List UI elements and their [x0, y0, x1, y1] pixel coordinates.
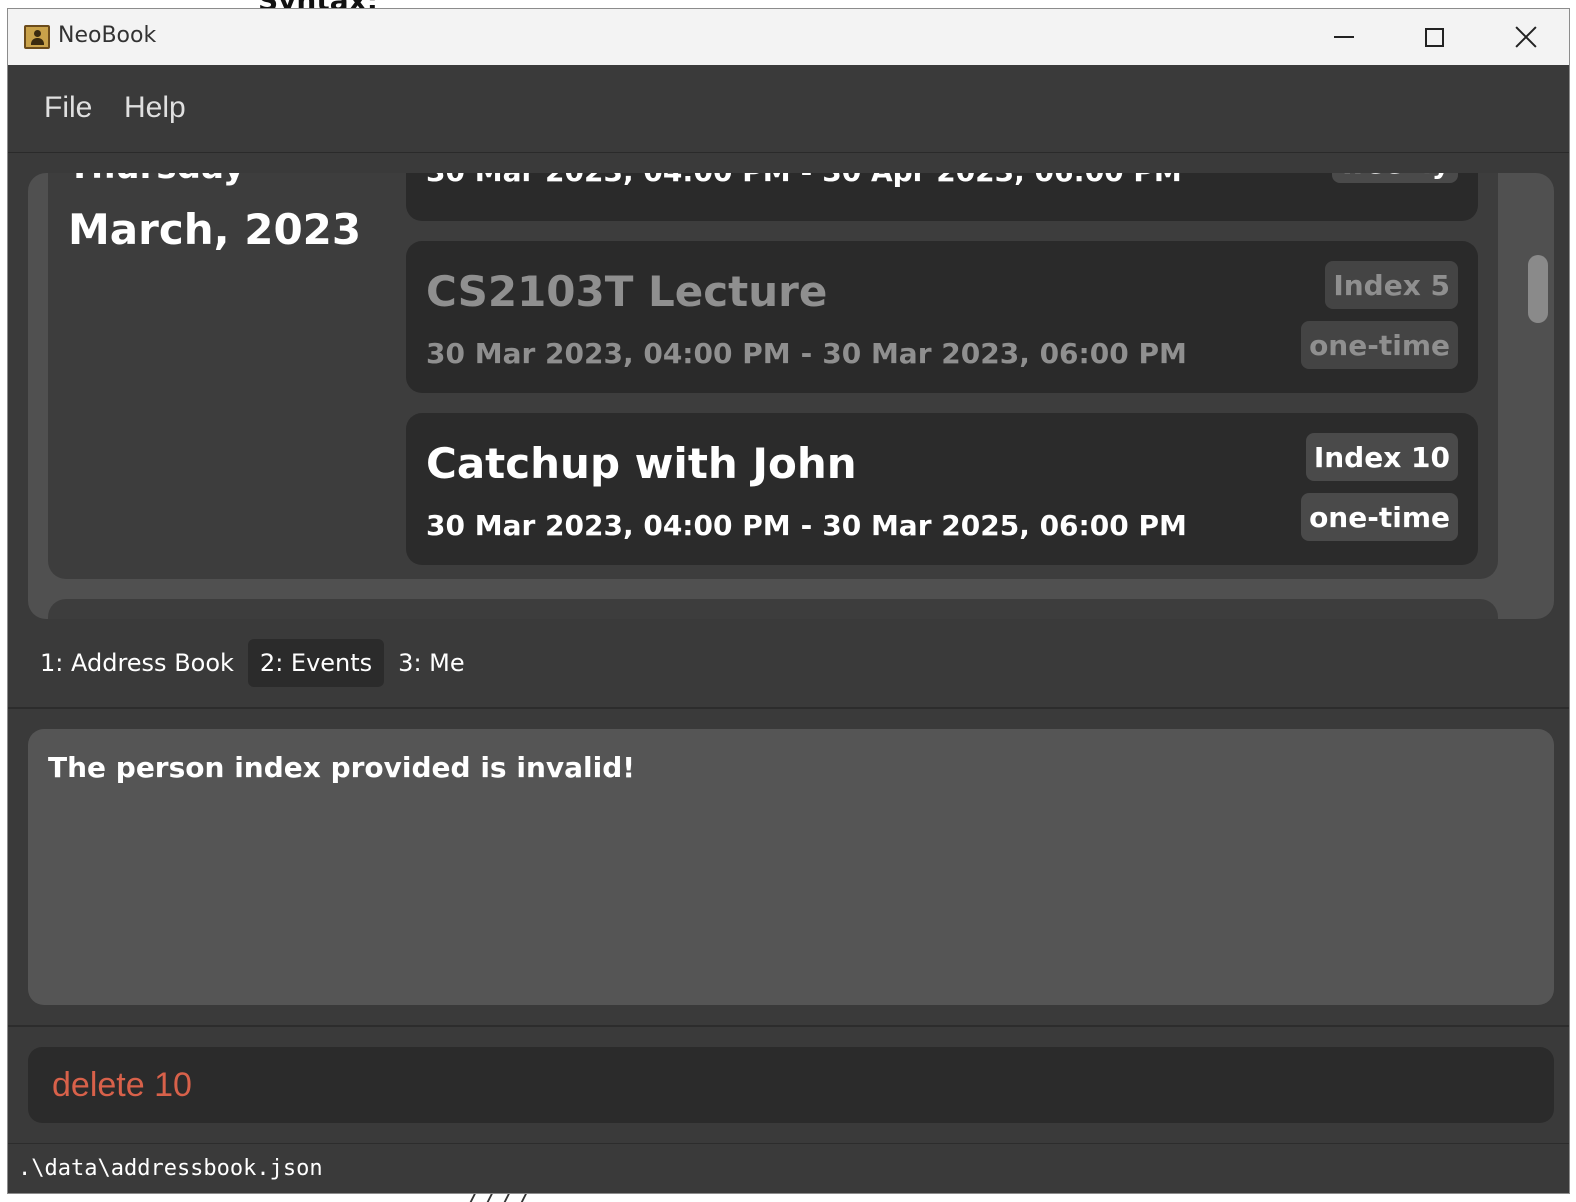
event-title: CS2103T Lecture — [426, 267, 828, 316]
recurrence-badge: one-time — [1301, 321, 1458, 369]
recurrence-badge: one-time — [1301, 493, 1458, 541]
command-box — [28, 1047, 1554, 1123]
app-window: NeoBook File Help Thursday March, 2023 3… — [7, 8, 1570, 1194]
minimize-button[interactable] — [1314, 9, 1374, 65]
maximize-button[interactable] — [1404, 9, 1464, 65]
index-badge: Index 5 — [1325, 261, 1458, 309]
recurrence-badge: weekly — [1331, 173, 1458, 183]
event-card[interactable]: Catchup with John 30 Mar 2023, 04:00 PM -… — [406, 413, 1478, 565]
result-display: The person index provided is invalid! — [28, 729, 1554, 1005]
menu-help[interactable]: Help — [124, 91, 186, 125]
event-start: 30 Mar 2023, 04:00 PM — [426, 173, 791, 188]
event-end: 30 Mar 2023, 06:00 PM — [822, 337, 1187, 370]
divider — [8, 707, 1569, 709]
tab-bar: 1: Address Book 2: Events 3: Me — [28, 639, 477, 687]
tab-events[interactable]: 2: Events — [247, 639, 385, 687]
result-message: The person index provided is invalid! — [48, 751, 636, 784]
save-location: .\data\addressbook.json — [18, 1156, 323, 1181]
menu-bar: File Help — [8, 65, 1569, 153]
time-separator: - — [801, 173, 813, 188]
scrollbar-thumb[interactable] — [1528, 255, 1548, 323]
divider — [8, 1025, 1569, 1027]
event-card[interactable]: CS2103T Lecture 30 Mar 2023, 04:00 PM -30… — [406, 241, 1478, 393]
time-separator: - — [800, 337, 813, 370]
event-title: Catchup with John — [426, 439, 857, 488]
status-bar: .\data\addressbook.json — [8, 1143, 1569, 1193]
menu-file[interactable]: File — [44, 91, 92, 125]
event-time: 30 Mar 2023, 04:00 PM -30 Mar 2025, 06:00… — [426, 509, 1187, 542]
addressbook-app-icon — [24, 25, 50, 49]
time-separator: - — [800, 509, 813, 542]
event-end: 30 Apr 2023, 06:00 PM — [822, 173, 1182, 188]
maximize-icon — [1424, 27, 1444, 47]
title-bar[interactable]: NeoBook — [8, 9, 1569, 65]
month-year: March, 2023 — [68, 205, 362, 254]
day-name: Thursday — [68, 173, 245, 187]
event-list[interactable]: Thursday March, 2023 30 Mar 2023, 04:00 … — [28, 173, 1554, 619]
index-badge: Index 10 — [1305, 433, 1458, 481]
event-time: 30 Mar 2023, 04:00 PM-30 Apr 2023, 06:00… — [426, 173, 1182, 188]
event-start: 30 Mar 2023, 04:00 PM — [426, 509, 791, 542]
tab-address-book[interactable]: 1: Address Book — [28, 639, 246, 687]
close-button[interactable] — [1496, 9, 1556, 65]
tab-me[interactable]: 3: Me — [386, 639, 476, 687]
event-start: 30 Mar 2023, 04:00 PM — [426, 337, 791, 370]
day-card — [48, 599, 1498, 619]
event-time: 30 Mar 2023, 04:00 PM -30 Mar 2023, 06:00… — [426, 337, 1187, 370]
window-title: NeoBook — [58, 23, 157, 48]
event-end: 30 Mar 2025, 06:00 PM — [822, 509, 1187, 542]
event-card[interactable]: 30 Mar 2023, 04:00 PM-30 Apr 2023, 06:00… — [406, 173, 1478, 221]
command-input[interactable] — [52, 1047, 1532, 1123]
minimize-icon — [1334, 36, 1354, 38]
day-card: Thursday March, 2023 30 Mar 2023, 04:00 … — [48, 173, 1498, 579]
close-icon — [1514, 25, 1538, 49]
